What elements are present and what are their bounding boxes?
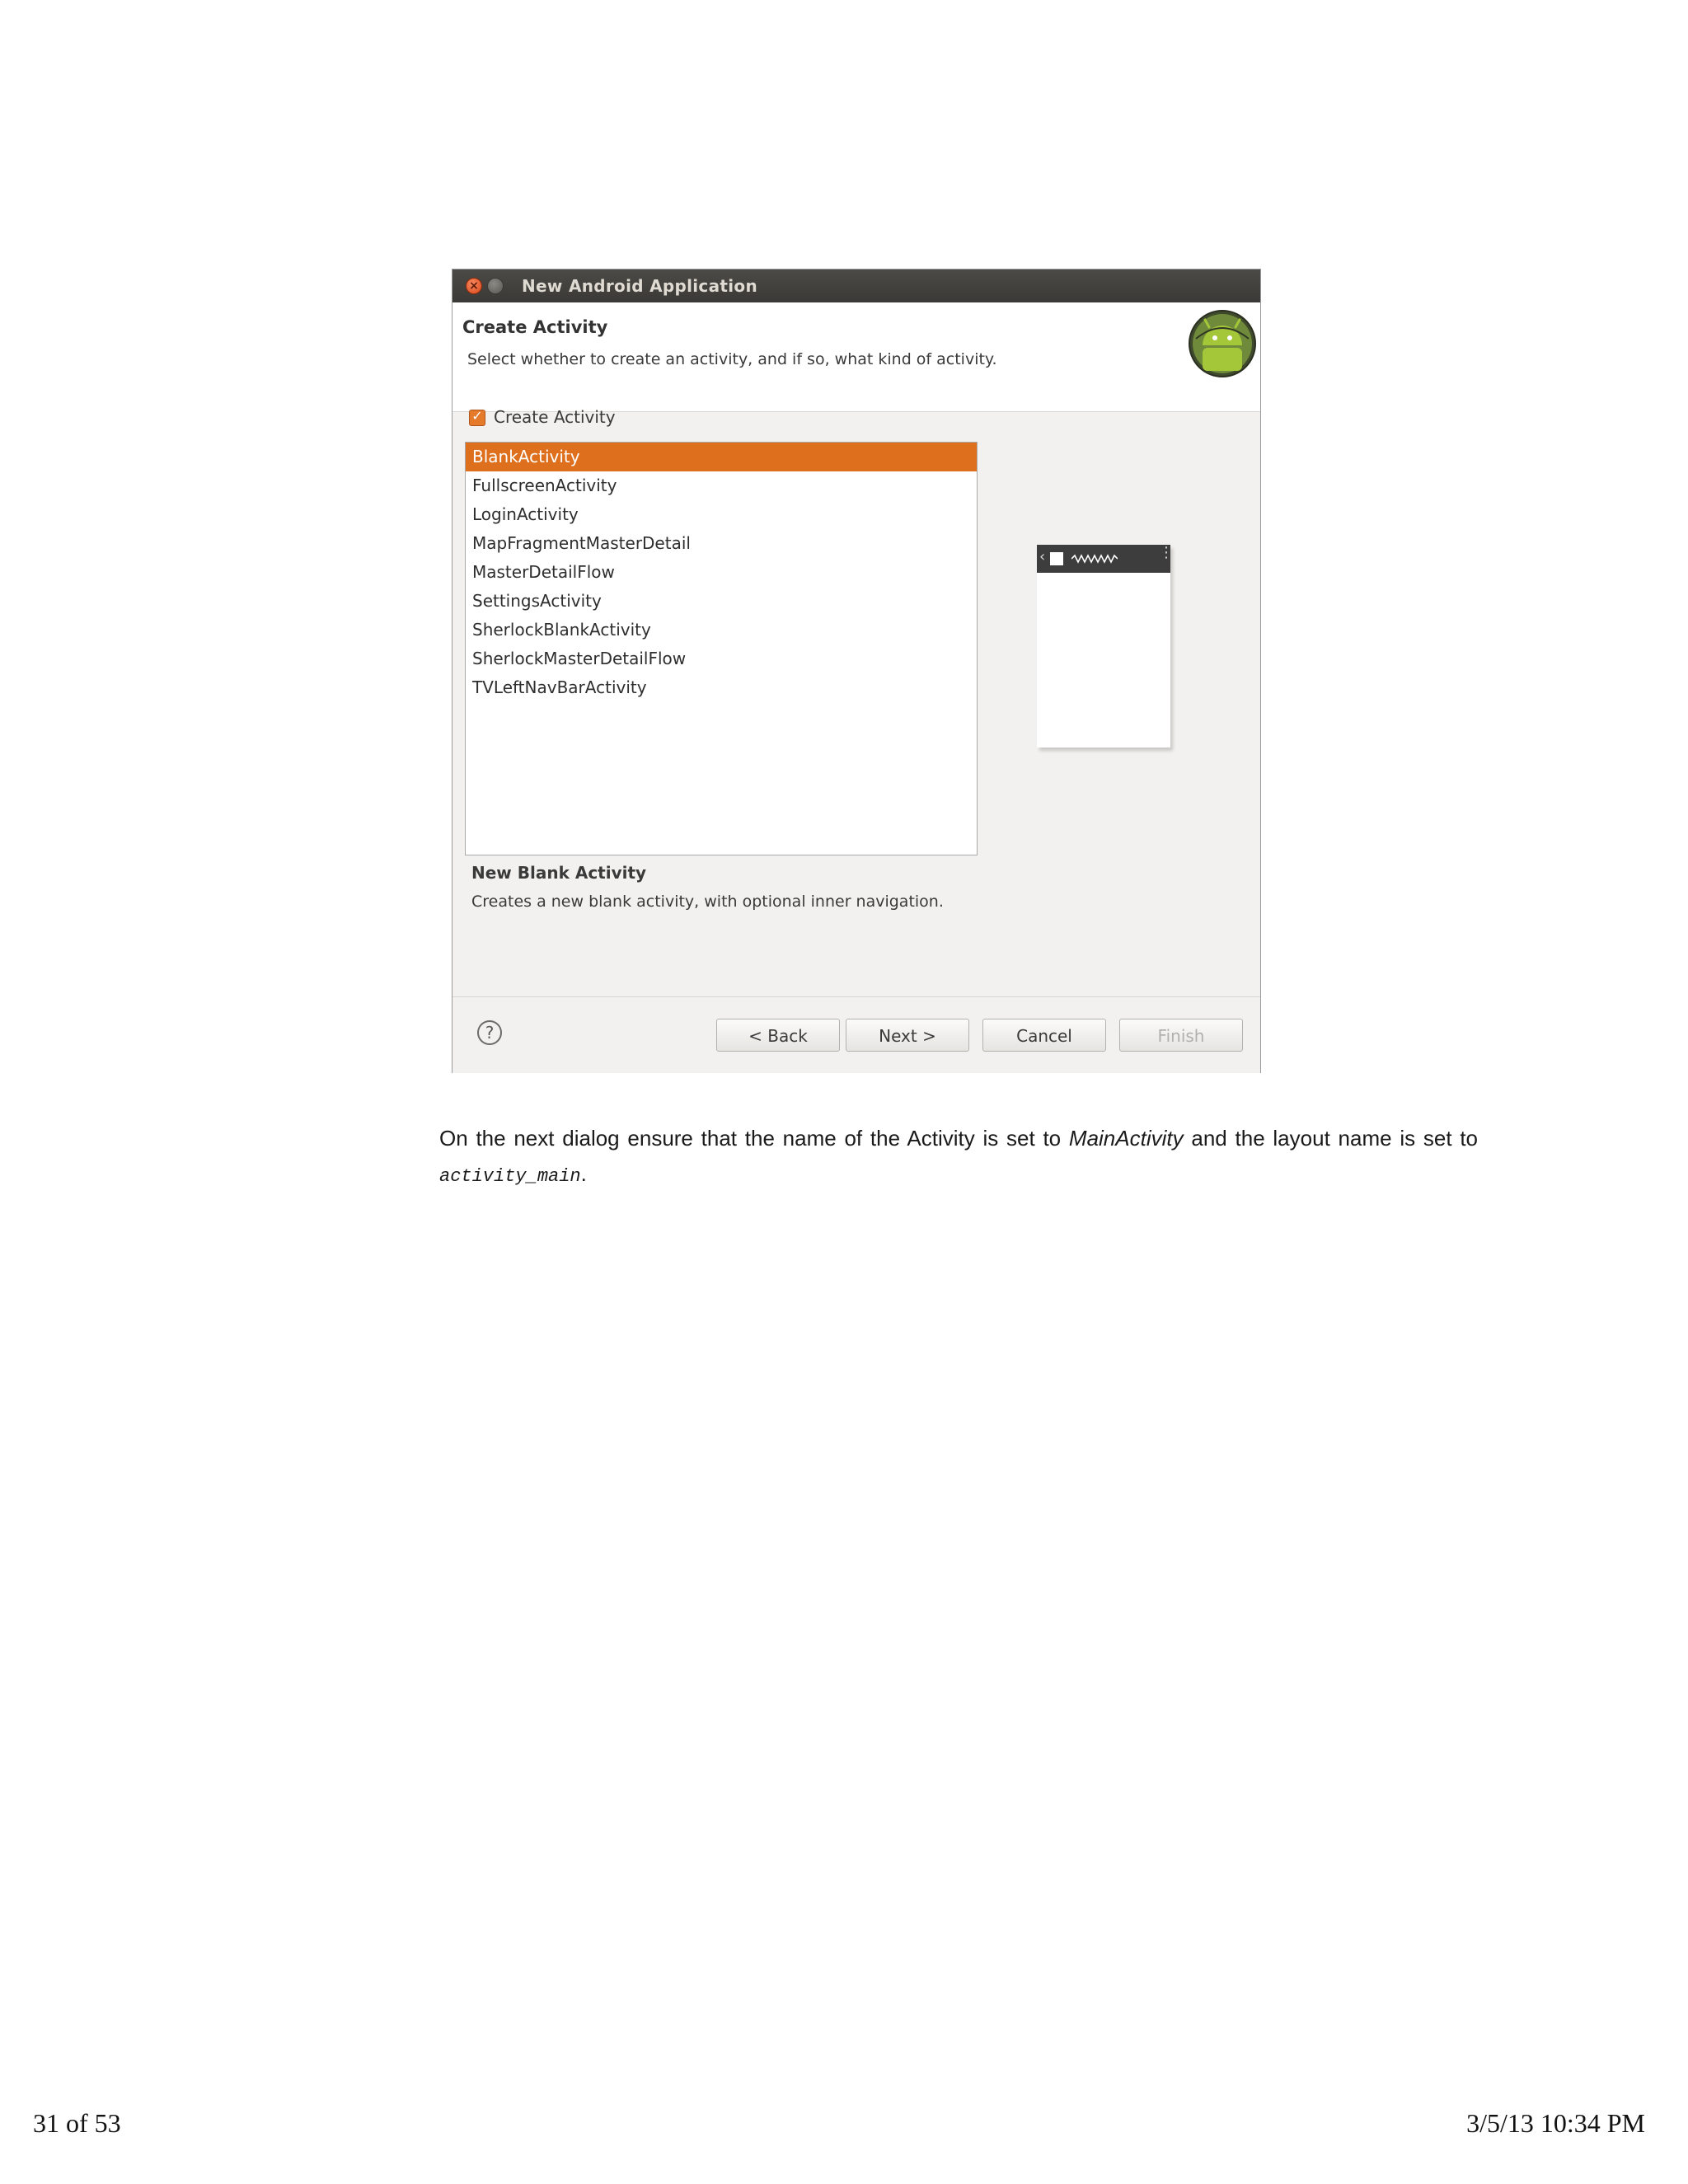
back-arrow-icon: ‹ <box>1039 548 1046 565</box>
body-paragraph: On the next dialog ensure that the name … <box>439 1121 1478 1194</box>
selected-activity-title: New Blank Activity <box>471 863 647 883</box>
title-placeholder-icon <box>1071 554 1118 564</box>
wizard-page-description: Select whether to create an activity, an… <box>467 350 997 368</box>
activity-list-item[interactable]: TVLeftNavBarActivity <box>466 673 977 702</box>
app-icon-placeholder <box>1050 552 1063 565</box>
body-text-after: . <box>580 1161 587 1186</box>
preview-action-bar: ‹ ⋮ <box>1037 544 1174 573</box>
create-activity-checkbox[interactable]: ✓ <box>469 408 485 426</box>
activity-list-item[interactable]: MapFragmentMasterDetail <box>466 529 977 558</box>
activity-preview-thumbnail: ‹ ⋮ <box>1037 544 1174 748</box>
back-button[interactable]: < Back <box>716 1019 840 1052</box>
activity-list-item[interactable]: SherlockMasterDetailFlow <box>466 644 977 673</box>
new-android-application-dialog: × New Android Application Create Activit… <box>452 269 1261 1073</box>
android-logo-icon <box>1189 310 1256 377</box>
body-text-middle: and the layout name is set to <box>1183 1126 1478 1151</box>
page-number: 31 of 53 <box>33 2108 121 2138</box>
wizard-page-title: Create Activity <box>462 317 608 337</box>
activity-list-item[interactable]: FullscreenActivity <box>466 471 977 500</box>
print-timestamp: 3/5/13 10:34 PM <box>1466 2108 1645 2138</box>
activity-list-item[interactable]: SherlockBlankActivity <box>466 616 977 644</box>
body-text-before: On the next dialog ensure that the name … <box>439 1126 1069 1151</box>
finish-button[interactable]: Finish <box>1119 1019 1243 1052</box>
check-icon: ✓ <box>471 408 483 424</box>
create-activity-label: Create Activity <box>494 407 616 427</box>
window-close-button[interactable]: × <box>466 278 482 294</box>
activity-name: MainActivity <box>1068 1126 1184 1151</box>
close-icon: × <box>469 279 479 293</box>
window-titlebar: × New Android Application <box>452 269 1260 302</box>
activity-list-item[interactable]: BlankActivity <box>466 443 977 471</box>
activity-template-list[interactable]: BlankActivity FullscreenActivity LoginAc… <box>465 442 978 855</box>
activity-list-item[interactable]: LoginActivity <box>466 500 977 529</box>
activity-list-item[interactable]: SettingsActivity <box>466 587 977 616</box>
layout-name: activity_main <box>439 1166 581 1187</box>
cancel-button[interactable]: Cancel <box>982 1019 1106 1052</box>
activity-list-item[interactable]: MasterDetailFlow <box>466 558 977 587</box>
help-icon[interactable]: ? <box>477 1020 502 1045</box>
window-title: New Android Application <box>522 276 757 296</box>
wizard-header: Create Activity Select whether to create… <box>452 302 1260 412</box>
selected-activity-description: Creates a new blank activity, with optio… <box>471 893 944 911</box>
next-button[interactable]: Next > <box>846 1019 969 1052</box>
wizard-button-bar: ? < Back Next > Cancel Finish <box>452 996 1260 1073</box>
window-minimize-button[interactable] <box>487 278 504 294</box>
overflow-menu-icon: ⋮ <box>1159 544 1174 561</box>
